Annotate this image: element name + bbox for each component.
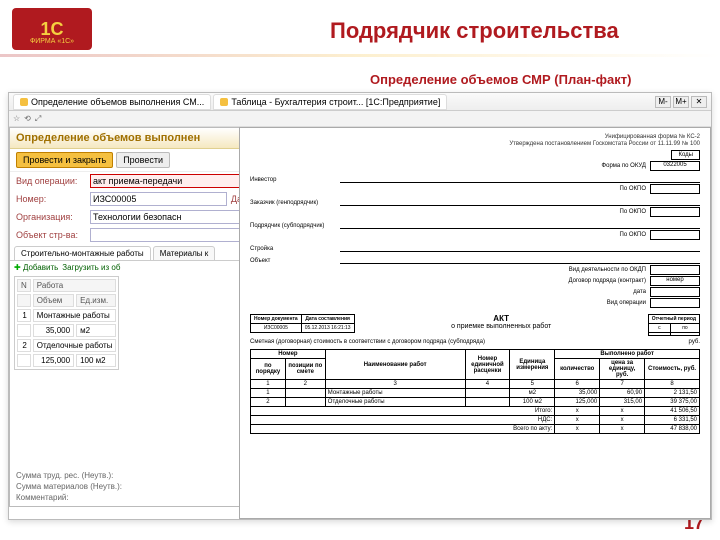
- doc-number-table: Номер документаДата составления ИЗС00005…: [250, 314, 355, 333]
- akt-subtitle: о приемке выполненных работ: [365, 323, 638, 330]
- load-button[interactable]: Загрузить из об: [62, 263, 120, 272]
- okpo-label: По ОКПО: [620, 232, 646, 238]
- main-table: Номер Наименование работ Номер единичной…: [250, 349, 700, 434]
- customer-line: [340, 198, 700, 206]
- tab-icon: [220, 98, 228, 106]
- codes-header: Коды: [672, 151, 700, 160]
- logo: 1C ФИРМА «1С»: [12, 8, 92, 50]
- app-window: Определение объемов выполнения СМ... Таб…: [8, 92, 712, 520]
- org-label: Организация:: [16, 212, 86, 222]
- divider: [0, 54, 720, 57]
- contractor-label: Подрядчик (субподрядчик): [250, 223, 340, 229]
- toolbar-icon[interactable]: ⟲: [24, 114, 31, 123]
- toolbar-icon[interactable]: ☆: [13, 114, 20, 123]
- object-input[interactable]: [90, 228, 242, 242]
- table-row[interactable]: 35,000 м2: [17, 324, 116, 337]
- tab-smr[interactable]: Строительно-монтажные работы: [14, 246, 151, 260]
- rub-label: руб.: [689, 339, 700, 345]
- object-line: [340, 256, 700, 264]
- okud-label: Форма по ОКУД: [602, 163, 646, 169]
- form-code-2: Утверждена постановлением Госкомстата Ро…: [250, 141, 700, 148]
- table-row[interactable]: 1 Монтажные работы: [17, 309, 116, 322]
- codes-table: Коды: [671, 150, 700, 160]
- okud-value: 0322005: [650, 161, 700, 171]
- estimate-note: Сметная (договорная) стоимость в соответ…: [250, 339, 485, 345]
- mplus-button[interactable]: M+: [673, 96, 689, 108]
- site-line: [340, 244, 700, 252]
- period-table: Отчетный период спо: [648, 314, 700, 336]
- comment-label: Комментарий:: [16, 493, 242, 502]
- investor-line: [340, 175, 700, 183]
- tab-label-2: Таблица - Бухгалтерия строит... [1С:Пред…: [231, 97, 440, 107]
- okdp-label: Вид деятельности по ОКДП: [569, 267, 646, 273]
- number-input[interactable]: [90, 192, 227, 206]
- works-grid[interactable]: N Работа Объем Ед.изм. 1 Монтажные работ…: [14, 276, 119, 370]
- okpo-cell: [650, 207, 700, 217]
- table-row[interactable]: 2 Отделочные работы: [17, 339, 116, 352]
- mminus-button[interactable]: M-: [655, 96, 671, 108]
- slide-subtitle: Определение объемов СМР (План-факт): [370, 72, 631, 87]
- col-work: Работа: [33, 279, 117, 292]
- contract-date-label: дата: [633, 289, 646, 295]
- logo-text: 1C: [40, 19, 63, 40]
- close-button[interactable]: ✕: [691, 96, 707, 108]
- okpo-cell: [650, 184, 700, 194]
- table-row: 2Отделочные работы100 м2125,000315,0039 …: [251, 398, 700, 407]
- table-row[interactable]: 125,000 100 м2: [17, 354, 116, 367]
- slide-title: Подрядчик строительства: [330, 18, 619, 44]
- toolbar-icon[interactable]: ⤢: [35, 114, 41, 124]
- window-tab-2[interactable]: Таблица - Бухгалтерия строит... [1С:Пред…: [213, 94, 447, 110]
- materials-sum-label: Сумма материалов (Неутв.):: [16, 482, 242, 491]
- post-button[interactable]: Провести: [116, 152, 170, 168]
- form-window: Определение объемов выполнен Провести и …: [9, 127, 249, 507]
- op-type-input[interactable]: [90, 174, 242, 188]
- window-titlebar[interactable]: Определение объемов выполнения СМ... Таб…: [9, 93, 711, 111]
- window-tab-1[interactable]: Определение объемов выполнения СМ...: [13, 94, 211, 110]
- object-label: Объект стр-ва:: [16, 230, 86, 240]
- tab-materials[interactable]: Материалы к: [153, 246, 216, 260]
- number-label: Номер:: [16, 194, 86, 204]
- col-unit: Ед.изм.: [76, 294, 116, 307]
- okpo-label: По ОКПО: [620, 186, 646, 192]
- investor-label: Инвестор: [250, 177, 340, 183]
- doc-op-type-cell: [650, 298, 700, 308]
- print-preview: Унифицированная форма № КС-2 Утверждена …: [239, 127, 711, 519]
- add-row-button[interactable]: Добавить: [14, 263, 58, 272]
- okpo-cell: [650, 230, 700, 240]
- labor-sum-label: Сумма труд. рес. (Неутв.):: [16, 471, 242, 480]
- table-row: 1Монтажные работым235,00060,902 131,50: [251, 389, 700, 398]
- tab-label-1: Определение объемов выполнения СМ...: [31, 97, 204, 107]
- form-title: Определение объемов выполнен: [10, 128, 248, 149]
- okdp-cell: [650, 265, 700, 275]
- contract-num: номер: [650, 276, 700, 286]
- contract-label: Договор подряда (контракт): [568, 278, 646, 284]
- op-type-label: Вид операции:: [16, 176, 86, 186]
- post-close-button[interactable]: Провести и закрыть: [16, 152, 113, 168]
- object-label: Объект: [250, 258, 340, 264]
- contractor-line: [340, 221, 700, 229]
- site-label: Стройка: [250, 246, 340, 252]
- doc-op-type-label: Вид операции: [607, 300, 646, 306]
- logo-sub: ФИРМА «1С»: [30, 38, 74, 45]
- okpo-label: По ОКПО: [620, 209, 646, 215]
- col-n: N: [17, 279, 31, 292]
- customer-label: Заказчик (генподрядчик): [250, 200, 340, 206]
- tab-icon: [20, 98, 28, 106]
- col-vol: Объем: [33, 294, 74, 307]
- contract-date-cell: [650, 287, 700, 297]
- org-input[interactable]: [90, 210, 242, 224]
- app-toolbar[interactable]: ☆ ⟲ ⤢: [9, 111, 711, 127]
